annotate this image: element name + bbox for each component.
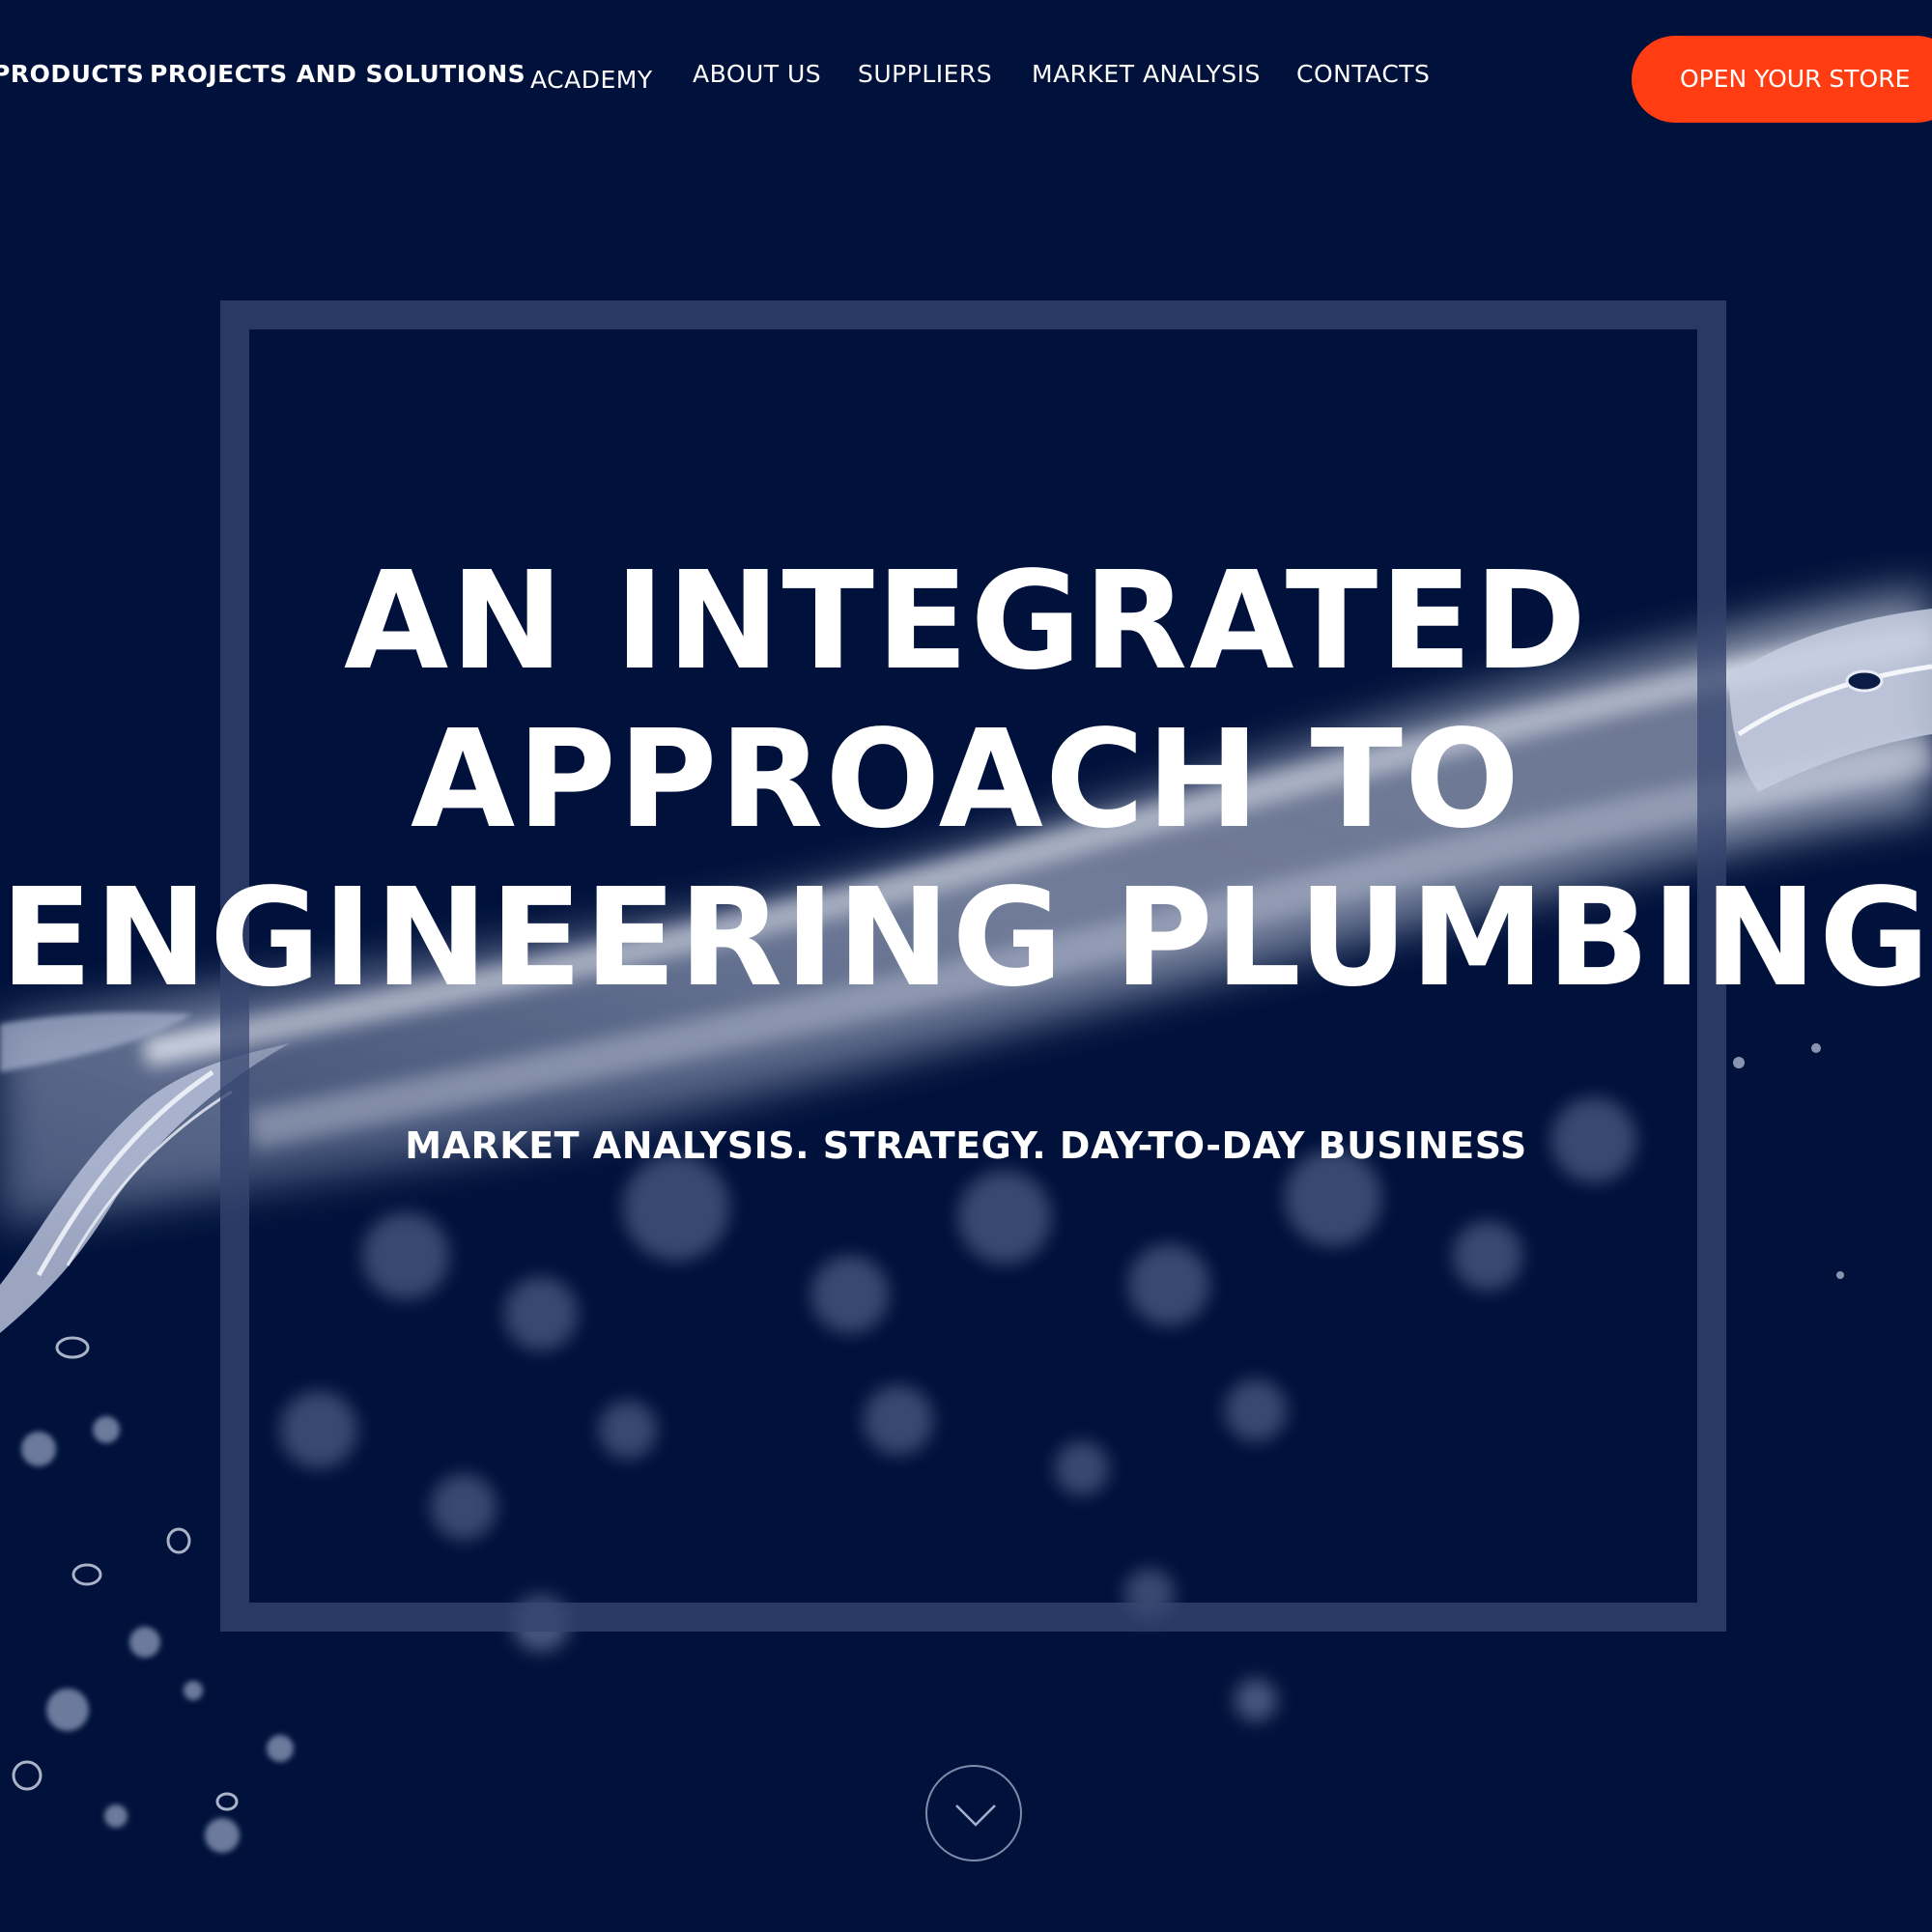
- nav-item-academy[interactable]: ACADEMY: [530, 66, 653, 94]
- nav-item-products[interactable]: PRODUCTS: [0, 60, 144, 88]
- hero-subtitle: MARKET ANALYSIS. STRATEGY. DAY-TO-DAY BU…: [405, 1124, 1527, 1167]
- nav-item-about-us[interactable]: ABOUT US: [693, 60, 821, 88]
- chevron-down-icon: [955, 1804, 996, 1827]
- scroll-down-button[interactable]: [925, 1765, 1022, 1861]
- nav-item-projects-and-solutions[interactable]: PROJECTS AND SOLUTIONS: [150, 60, 526, 88]
- nav-item-market-analysis[interactable]: MARKET ANALYSIS: [1032, 60, 1261, 88]
- open-your-store-button[interactable]: OPEN YOUR STORE: [1632, 36, 1932, 123]
- nav-item-suppliers[interactable]: SUPPLIERS: [858, 60, 992, 88]
- hero-title-line-3: ENGINEERING PLUMBING: [0, 860, 1932, 1017]
- hero-title: AN INTEGRATED APPROACH TO ENGINEERING PL…: [0, 543, 1932, 1018]
- hero-title-line-1: AN INTEGRATED: [343, 543, 1589, 700]
- top-navigation: PRODUCTS PROJECTS AND SOLUTIONS ACADEMY …: [0, 0, 1932, 155]
- hero-title-line-2: APPROACH TO: [410, 701, 1522, 859]
- nav-item-contacts[interactable]: CONTACTS: [1296, 60, 1430, 88]
